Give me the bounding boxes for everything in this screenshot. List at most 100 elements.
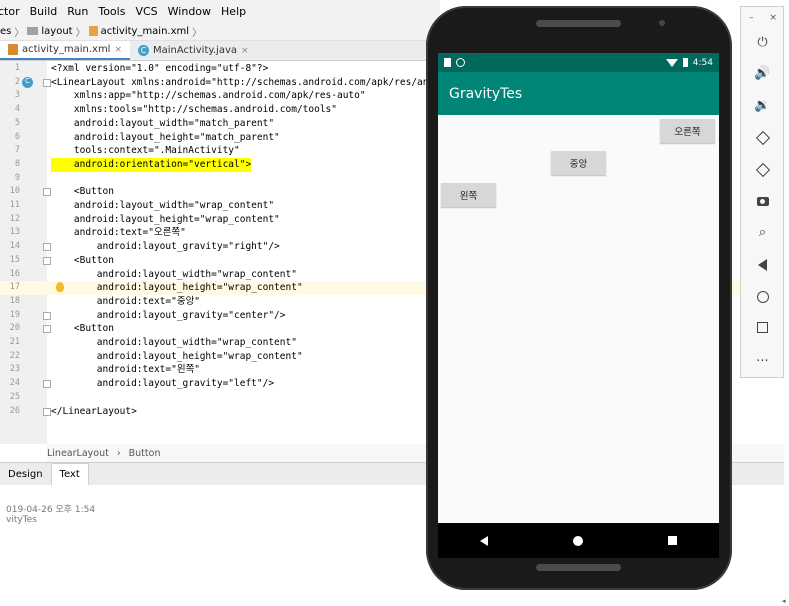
line-number: 1 xyxy=(14,63,20,73)
tab-mainactivity-java[interactable]: C MainActivity.java × xyxy=(130,41,257,60)
close-icon[interactable]: × xyxy=(241,46,249,56)
menu-vcs[interactable]: VCS xyxy=(135,5,157,18)
line-number: 6 xyxy=(14,131,20,142)
breadcrumb-separator: 〉 xyxy=(75,27,86,39)
line-number: 2 xyxy=(14,76,20,87)
android-nav-bar xyxy=(438,523,719,558)
line-number: 22 xyxy=(9,350,20,361)
breadcrumb-layout[interactable]: layout xyxy=(27,26,73,37)
status-time: 4:54 xyxy=(692,57,713,68)
code-text: android:text="왼쪽" xyxy=(51,364,201,376)
minimize-button[interactable]: – xyxy=(749,13,754,23)
power-button[interactable]: ⏻ xyxy=(754,34,771,51)
line-number: 9 xyxy=(14,172,20,183)
menu-build[interactable]: Build xyxy=(30,5,58,18)
sd-card-icon xyxy=(444,58,451,67)
code-text: android:layout_height="wrap_content" xyxy=(51,282,303,294)
overview-icon xyxy=(757,322,768,333)
code-text: android:layout_width="wrap_content" xyxy=(51,337,297,348)
home-icon[interactable] xyxy=(572,535,583,546)
app-bar: GravityTes xyxy=(438,72,719,115)
line-number: 13 xyxy=(9,227,20,238)
speaker-grille xyxy=(536,564,621,571)
home-icon xyxy=(756,290,769,303)
java-class-icon: C xyxy=(138,45,150,56)
path-item-button[interactable]: Button xyxy=(129,448,161,459)
overview-button[interactable] xyxy=(754,319,771,336)
phone-screen[interactable]: 4:54 GravityTes 오른쪽 중앙 왼쪽 xyxy=(438,53,719,558)
menu-refactor[interactable]: ctor xyxy=(0,5,20,18)
button-center[interactable]: 중앙 xyxy=(551,151,606,175)
line-number: 23 xyxy=(9,364,20,375)
path-item-linearlayout[interactable]: LinearLayout xyxy=(47,448,109,459)
home-button[interactable] xyxy=(754,288,771,305)
code-text: <LinearLayout xmlns:android="http://sche… xyxy=(51,76,463,88)
app-title: GravityTes xyxy=(449,85,523,102)
close-icon[interactable]: × xyxy=(114,45,122,55)
button-right[interactable]: 오른쪽 xyxy=(660,119,715,143)
line-number: 3 xyxy=(14,90,20,101)
menu-bar: ctor Build Run Tools VCS Window Help xyxy=(0,0,440,22)
fold-marker-icon[interactable] xyxy=(43,256,51,265)
code-text: <?xml version="1.0" encoding="utf-8"?> xyxy=(51,63,269,74)
breadcrumb-res[interactable]: es xyxy=(0,26,11,37)
line-number: 4 xyxy=(14,104,20,115)
zoom-icon: ⌕ xyxy=(758,225,767,240)
resize-arrow-icon: ◂ xyxy=(782,597,786,605)
line-number: 10 xyxy=(9,186,20,197)
line-number: 11 xyxy=(9,200,20,210)
code-text: android:layout_width="wrap_content" xyxy=(51,268,297,280)
emulator-toolbar: – × ⏻ 🔊 🔉 ⌕ ... xyxy=(740,6,784,378)
editor-tabs: activity_main.xml × C MainActivity.java … xyxy=(0,41,440,61)
code-text: android:text="오른쪽" xyxy=(51,227,186,239)
class-link-icon[interactable]: C xyxy=(22,76,33,88)
phone-emulator: 4:54 GravityTes 오른쪽 중앙 왼쪽 xyxy=(426,6,732,590)
more-button[interactable]: ... xyxy=(754,349,771,366)
fold-marker-icon[interactable] xyxy=(43,380,51,389)
breadcrumb-file[interactable]: activity_main.xml xyxy=(88,26,189,37)
back-button[interactable] xyxy=(754,256,771,273)
fold-marker-icon[interactable] xyxy=(43,243,51,252)
menu-help[interactable]: Help xyxy=(221,5,246,18)
rotate-left-icon xyxy=(755,130,770,145)
code-text: xmlns:app="http://schemas.android.com/ap… xyxy=(51,90,366,102)
menu-run[interactable]: Run xyxy=(67,5,88,18)
signal-icon xyxy=(665,58,678,67)
fold-marker-icon[interactable] xyxy=(43,78,51,87)
screenshot-button[interactable] xyxy=(754,193,771,210)
back-icon[interactable] xyxy=(480,535,489,546)
breadcrumb: es 〉 layout 〉 activity_main.xml 〉 xyxy=(0,22,440,41)
code-text: android:layout_gravity="right"/> xyxy=(51,241,280,253)
log-timestamp: 019-04-26 오후 1:54 xyxy=(6,505,96,515)
breadcrumb-separator: 〉 xyxy=(192,27,203,39)
volume-up-button[interactable]: 🔊 xyxy=(754,65,771,82)
code-text: <Button xyxy=(51,254,114,266)
code-text: android:layout_height="wrap_content" xyxy=(51,350,303,362)
rotate-left-button[interactable] xyxy=(754,129,771,146)
line-number: 14 xyxy=(9,241,20,252)
sync-icon xyxy=(456,58,465,67)
zoom-button[interactable]: ⌕ xyxy=(754,224,771,241)
code-text: tools:context=".MainActivity" xyxy=(51,145,240,157)
line-number: 5 xyxy=(14,117,20,128)
recents-icon[interactable] xyxy=(667,536,677,545)
rotate-right-button[interactable] xyxy=(754,161,771,178)
speaker-grille xyxy=(536,20,621,27)
tab-text[interactable]: Text xyxy=(50,463,89,485)
menu-window[interactable]: Window xyxy=(168,5,211,18)
fold-marker-icon[interactable] xyxy=(43,325,51,334)
menu-tools[interactable]: Tools xyxy=(98,5,125,18)
fold-marker-icon[interactable] xyxy=(43,188,51,197)
line-number: 25 xyxy=(9,391,20,402)
tab-design[interactable]: Design xyxy=(0,463,51,485)
log-message: vityTes xyxy=(6,515,37,525)
code-text: android:layout_width="match_parent" xyxy=(51,117,275,129)
code-text: <Button xyxy=(51,186,114,198)
fold-marker-icon[interactable] xyxy=(43,311,51,320)
xml-file-icon xyxy=(88,26,98,36)
volume-down-button[interactable]: 🔉 xyxy=(754,97,771,114)
tab-activity-main-xml[interactable]: activity_main.xml × xyxy=(0,41,131,60)
fold-marker-icon[interactable] xyxy=(43,407,51,416)
button-left[interactable]: 왼쪽 xyxy=(441,183,496,207)
close-button[interactable]: × xyxy=(769,13,777,23)
